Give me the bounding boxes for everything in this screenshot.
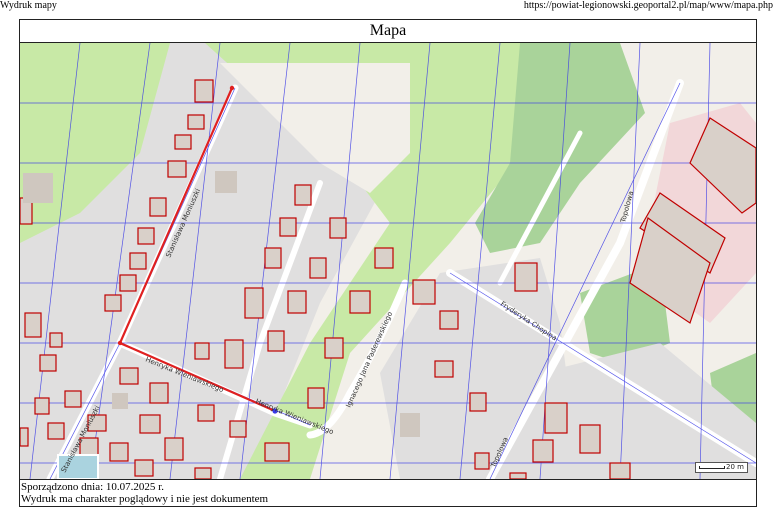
scale-bar-line xyxy=(699,466,726,469)
building xyxy=(34,397,50,415)
building xyxy=(439,310,459,330)
map-view[interactable]: Stanisława Moniuszki Stanisława Moniuszk… xyxy=(20,43,756,479)
route-node xyxy=(117,340,123,346)
building xyxy=(412,279,436,305)
building xyxy=(137,227,155,245)
print-header-url: https://powiat-legionowski.geoportal2.pl… xyxy=(523,0,773,11)
building-grey xyxy=(215,171,237,193)
building xyxy=(469,392,487,412)
building xyxy=(309,257,327,279)
building xyxy=(149,197,167,217)
building xyxy=(514,262,538,292)
route-node xyxy=(229,85,235,91)
print-disclaimer: Wydruk ma charakter poglądowy i nie jest… xyxy=(21,493,269,505)
building xyxy=(544,402,568,434)
building xyxy=(164,437,184,461)
building xyxy=(474,452,490,470)
map-canvas[interactable]: Stanisława Moniuszki Stanisława Moniuszk… xyxy=(20,43,756,479)
building xyxy=(244,287,264,319)
building xyxy=(532,439,554,463)
building xyxy=(49,332,63,348)
scale-bar-label: 20 m xyxy=(726,463,744,471)
building xyxy=(329,217,347,239)
building xyxy=(119,274,137,292)
building xyxy=(139,414,161,434)
building xyxy=(134,459,154,477)
building xyxy=(307,387,325,409)
building xyxy=(324,337,344,359)
building xyxy=(609,462,631,479)
building xyxy=(149,382,169,404)
building xyxy=(194,79,214,103)
building xyxy=(24,312,42,338)
building xyxy=(279,217,297,237)
building xyxy=(287,290,307,314)
map-title: Mapa xyxy=(20,20,756,43)
building xyxy=(264,442,290,462)
building xyxy=(39,354,57,372)
building xyxy=(264,247,282,269)
building xyxy=(194,342,210,360)
building xyxy=(47,422,65,440)
print-header-left: Wydruk mapy xyxy=(0,0,57,11)
building xyxy=(267,330,285,352)
building xyxy=(224,339,244,369)
building-grey xyxy=(112,393,128,409)
building xyxy=(197,404,215,422)
map-footer: Sporządzono dnia: 10.07.2025 r. Wydruk m… xyxy=(20,479,756,506)
building-grey xyxy=(23,173,53,203)
building xyxy=(174,134,192,150)
scale-bar: 20 m xyxy=(695,462,748,473)
building xyxy=(64,390,82,408)
print-date: Sporządzono dnia: 10.07.2025 r. xyxy=(21,481,164,493)
building xyxy=(374,247,394,269)
building-grey xyxy=(400,413,420,437)
building xyxy=(167,160,187,178)
building xyxy=(194,467,212,479)
building xyxy=(349,290,371,314)
building xyxy=(434,360,454,378)
building xyxy=(20,427,29,447)
building xyxy=(294,184,312,206)
building xyxy=(229,420,247,438)
building xyxy=(579,424,601,454)
building xyxy=(187,114,205,130)
building xyxy=(104,294,122,312)
building xyxy=(109,442,129,462)
building xyxy=(129,252,147,270)
building xyxy=(119,367,139,385)
map-print-frame: Mapa Stanisława Moniuszki Stanisława Mon… xyxy=(19,19,757,507)
